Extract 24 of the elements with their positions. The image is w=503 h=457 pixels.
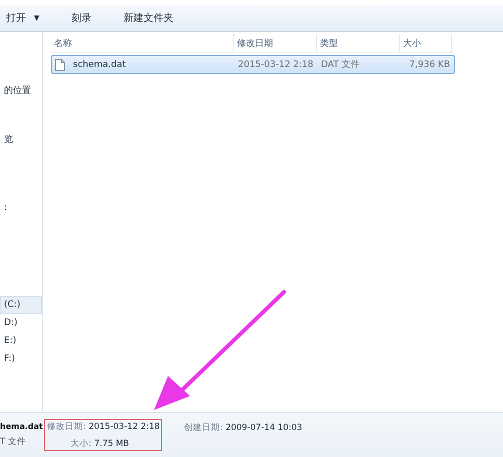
table-cell-text: 2015-03-12 2:18 <box>237 60 314 70</box>
file-icon <box>55 58 65 70</box>
table-cell-text: 7,936 KB <box>408 60 451 70</box>
detail-field: 修改日期: 2015-03-12 2:18 <box>47 420 159 432</box>
nav-item[interactable]: F:) <box>0 350 42 368</box>
toolbar-button[interactable]: 新建文件夹 <box>121 9 176 27</box>
detail-file-type: T 文件 <box>0 436 27 448</box>
nav-item[interactable]: E:) <box>0 332 42 350</box>
column-header[interactable]: 类型 <box>317 34 400 52</box>
nav-item[interactable]: : <box>0 199 42 217</box>
detail-field: 大小: 7.75 MB <box>47 438 159 450</box>
file-name: schema.dat <box>72 60 126 70</box>
nav-item[interactable]: D:) <box>0 314 42 332</box>
nav-item[interactable]: (C:) <box>0 296 42 314</box>
table-cell-text: DAT 文件 <box>320 58 361 71</box>
toolbar-button[interactable]: 刻录 <box>69 9 94 27</box>
detail-file-name: hema.dat <box>0 422 44 431</box>
column-header[interactable]: 大小 <box>400 34 452 52</box>
nav-item[interactable]: 览 <box>0 131 42 149</box>
detail-field: 创建日期: 2009-07-14 10:03 <box>184 422 302 434</box>
nav-item[interactable]: 的位置 <box>0 82 42 100</box>
column-header[interactable]: 名称 <box>51 34 234 52</box>
file-row[interactable]: schema.dat 2015-03-12 2:18 DAT 文件 7,936 KB <box>51 55 455 74</box>
column-header[interactable]: 修改日期 <box>234 34 317 52</box>
